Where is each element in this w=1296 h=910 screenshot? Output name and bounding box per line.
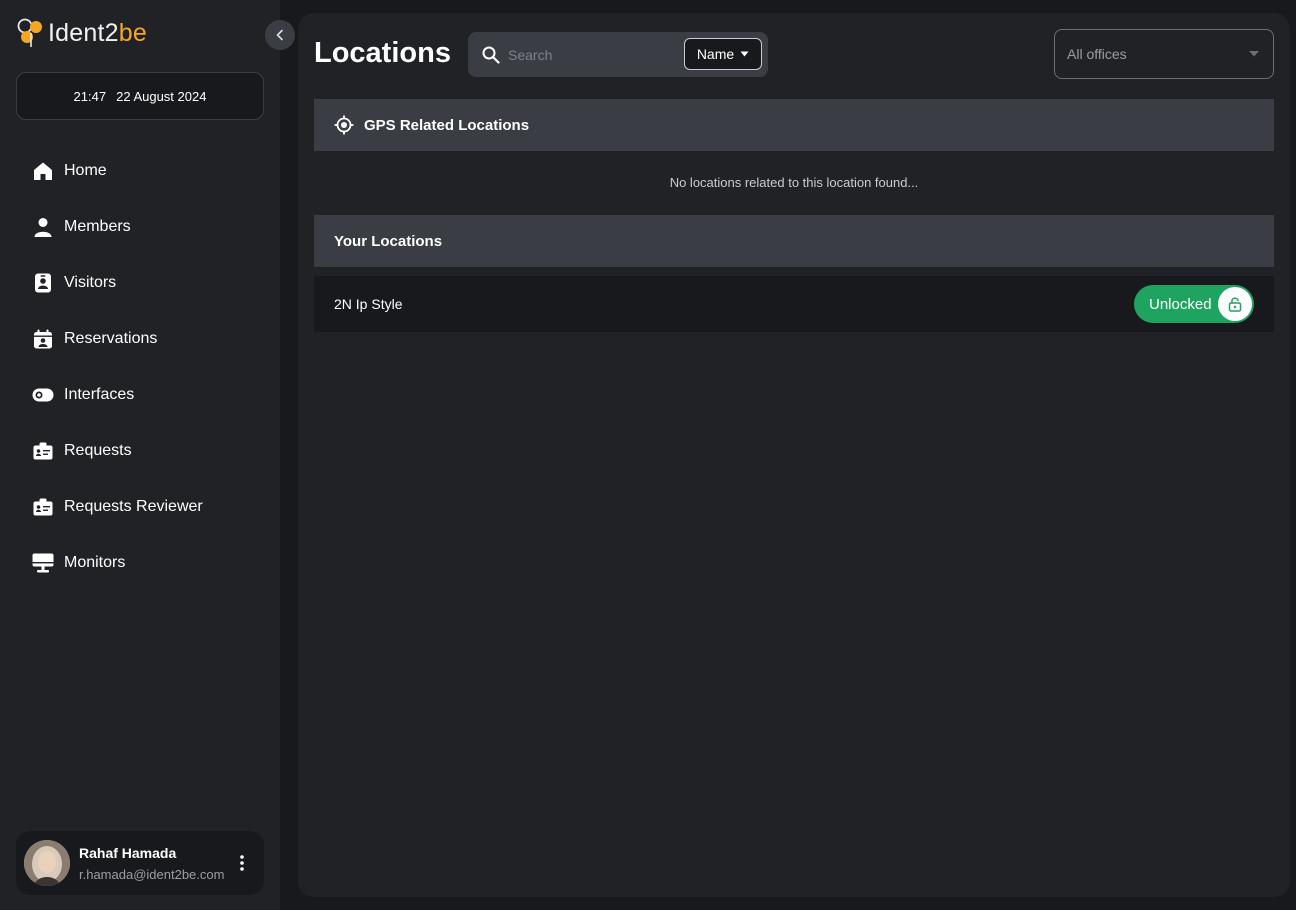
office-select-value: All offices (1067, 46, 1127, 62)
page-title: Locations (314, 37, 451, 69)
sidebar-item-reservations[interactable]: Reservations (16, 311, 264, 367)
user-profile-card[interactable]: Rahaf Hamada r.hamada@ident2be.com (16, 831, 264, 895)
sidebar-nav: Home Members Visitors Reservations Inter… (16, 143, 264, 591)
location-name: 2N Ip Style (334, 296, 403, 312)
toggle-knob (1218, 287, 1252, 321)
caret-down-icon (1249, 51, 1259, 57)
gps-target-icon (334, 115, 354, 135)
sidebar-item-label: Monitors (64, 554, 126, 571)
clock-display: 21:47 22 August 2024 (16, 72, 264, 120)
calendar-icon (32, 328, 54, 350)
lock-toggle-button[interactable]: Unlocked (1134, 285, 1254, 323)
collapse-sidebar-button[interactable] (265, 20, 295, 50)
unlocked-padlock-icon (1228, 297, 1242, 312)
sidebar-item-label: Visitors (64, 274, 117, 291)
clock-time: 21:47 (73, 88, 107, 104)
sidebar-item-interfaces[interactable]: Interfaces (16, 367, 264, 423)
sidebar-item-members[interactable]: Members (16, 199, 264, 255)
search-box: Name (468, 32, 768, 77)
your-locations-header[interactable]: Your Locations (314, 215, 1274, 267)
empty-state-message: No locations related to this location fo… (669, 175, 919, 190)
sidebar-item-label: Requests Reviewer (64, 498, 203, 515)
person-icon (32, 216, 54, 238)
id-card-icon (32, 496, 54, 518)
lock-status-label: Unlocked (1149, 295, 1212, 313)
user-name: Rahaf Hamada (79, 844, 177, 861)
sidebar: Ident2be 21:47 22 August 2024 Home Membe… (0, 0, 280, 910)
section-title: Your Locations (334, 232, 443, 250)
chevron-left-icon (276, 29, 283, 41)
id-card-icon (32, 440, 54, 462)
user-email: r.hamada@ident2be.com (79, 866, 225, 882)
more-options-icon[interactable] (232, 848, 252, 878)
search-input[interactable] (508, 46, 678, 63)
sidebar-item-label: Home (64, 162, 107, 179)
caret-down-icon (740, 51, 749, 57)
sidebar-item-requests-reviewer[interactable]: Requests Reviewer (16, 479, 264, 535)
sidebar-item-requests[interactable]: Requests (16, 423, 264, 479)
app-root: Ident2be 21:47 22 August 2024 Home Membe… (0, 0, 1296, 910)
logo-mark-icon (17, 18, 42, 47)
section-title: GPS Related Locations (364, 116, 530, 134)
sidebar-item-home[interactable]: Home (16, 143, 264, 199)
home-icon (32, 160, 54, 182)
badge-icon (32, 272, 54, 294)
main-panel: Locations Name All offices GPS Related L… (298, 13, 1290, 897)
search-field-value: Name (696, 46, 735, 62)
sidebar-item-label: Members (64, 218, 131, 235)
gps-locations-header[interactable]: GPS Related Locations (314, 99, 1274, 151)
sidebar-item-label: Reservations (64, 330, 158, 347)
office-select[interactable]: All offices (1054, 29, 1274, 79)
clock-date: 22 August 2024 (116, 88, 207, 104)
monitor-icon (32, 552, 54, 574)
avatar (24, 840, 70, 886)
logo-text: Ident2be (48, 18, 147, 47)
sidebar-item-monitors[interactable]: Monitors (16, 535, 264, 591)
toggle-icon (32, 384, 54, 406)
search-field-select[interactable]: Name (684, 38, 762, 70)
sidebar-item-label: Interfaces (64, 386, 135, 403)
sidebar-item-visitors[interactable]: Visitors (16, 255, 264, 311)
location-row[interactable]: 2N Ip Style Unlocked (314, 276, 1274, 332)
sidebar-item-label: Requests (64, 442, 132, 459)
search-icon (482, 46, 500, 64)
user-info: Rahaf Hamada r.hamada@ident2be.com (79, 845, 232, 882)
logo[interactable]: Ident2be (16, 16, 147, 50)
